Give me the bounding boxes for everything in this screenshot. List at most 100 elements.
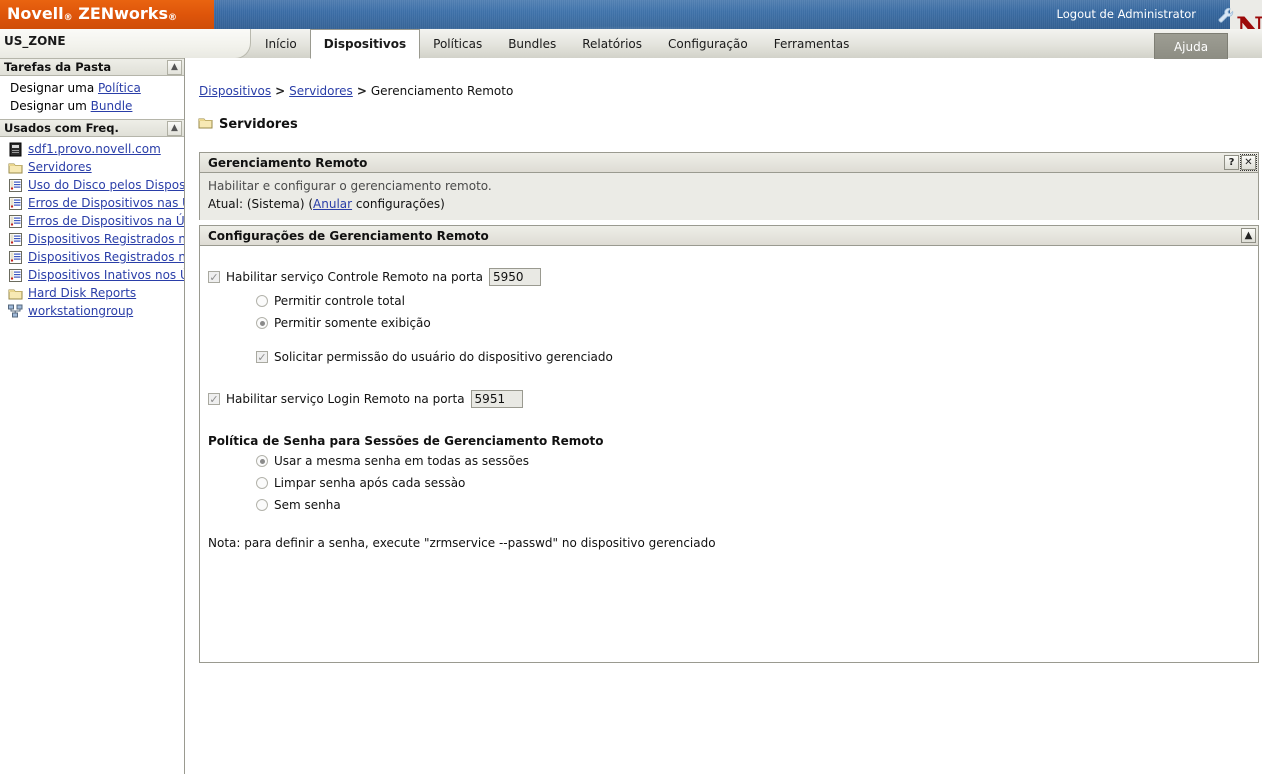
breadcrumb-dispositivos[interactable]: Dispositivos: [199, 84, 271, 98]
folder-icon: [198, 115, 213, 134]
chevron-up-icon[interactable]: ▲: [167, 59, 182, 75]
tab-strip: US_ZONE Início Dispositivos Políticas Bu…: [0, 29, 1262, 59]
option-clear-password[interactable]: Limpar senha após cada sessào: [256, 472, 1258, 494]
sidebar-frequent-body: sdf1.provo.novell.com Servidores Uso do …: [0, 137, 184, 324]
breadcrumb: Dispositivos > Servidores > Gerenciamento Re…: [199, 84, 513, 98]
list-item[interactable]: Servidores: [0, 158, 184, 176]
radio-full-control[interactable]: [256, 295, 268, 307]
tab-inicio[interactable]: Início: [252, 29, 310, 58]
remote-control-label: Habilitar serviço Controle Remoto na por…: [226, 270, 483, 284]
panel-header-buttons: ▲: [1241, 228, 1258, 243]
report-icon: [8, 268, 23, 283]
page-title-text: Servidores: [219, 117, 298, 132]
ask-permission-checkbox[interactable]: ✓: [256, 351, 268, 363]
password-policy-section: Política de Senha para Sessões de Gerenc…: [208, 434, 1258, 516]
remote-management-panel: Gerenciamento Remoto ? ✕ Habilitar e con…: [199, 152, 1259, 220]
list-item[interactable]: Erros de Dispositivos nas Últimas 24 Hor…: [0, 194, 184, 212]
list-item-label[interactable]: Hard Disk Reports: [28, 286, 136, 300]
settings-panel-title: Configurações de Gerenciamento Remoto: [208, 228, 489, 243]
app-banner: Novell® ZENworks® Logout de Administrato…: [0, 0, 1262, 45]
remote-management-panel-body: Habilitar e configurar o gerenciamento r…: [200, 173, 1258, 220]
radio-same-password[interactable]: [256, 455, 268, 467]
brand-registered-mark-2: ®: [167, 13, 177, 23]
sidebar-tasks-body: Designar uma Política Designar um Bundle: [0, 76, 184, 119]
sidebar-tasks-title: Tarefas da Pasta: [4, 60, 112, 74]
task-assign-policy-link[interactable]: Política: [98, 81, 141, 95]
report-icon: [8, 232, 23, 247]
password-note: Nota: para definir a senha, execute "zrm…: [208, 536, 716, 550]
option-no-password-label: Sem senha: [274, 498, 341, 512]
password-policy-options: Usar a mesma senha em todas as sessões L…: [256, 450, 1258, 516]
list-item[interactable]: Dispositivos Registrados nas Últimas 24 …: [0, 230, 184, 248]
report-icon: [8, 214, 23, 229]
list-item-label[interactable]: Uso do Disco pelos Dispositivos: [28, 178, 184, 192]
wrench-icon[interactable]: [1216, 5, 1236, 25]
list-item-label[interactable]: sdf1.provo.novell.com: [28, 142, 161, 156]
password-policy-heading: Política de Senha para Sessões de Gerenc…: [208, 434, 604, 448]
tab-ajuda[interactable]: Ajuda: [1154, 33, 1228, 59]
tab-ferramentas[interactable]: Ferramentas: [761, 29, 863, 58]
list-item-label[interactable]: workstationgroup: [28, 304, 133, 318]
remote-login-enable-row: ✓ Habilitar serviço Login Remoto na port…: [208, 390, 1258, 408]
list-item-label[interactable]: Dispositivos Registrados na Última Seman…: [28, 250, 184, 264]
report-icon: [8, 178, 23, 193]
option-full-control[interactable]: Permitir controle total: [256, 290, 1258, 312]
list-item-label[interactable]: Erros de Dispositivos nas Últimas 24 Hor…: [28, 196, 184, 210]
list-item-label[interactable]: Servidores: [28, 160, 92, 174]
brand-name: Novell: [7, 4, 64, 23]
task-assign-policy: Designar uma Política: [0, 79, 184, 97]
radio-no-password[interactable]: [256, 499, 268, 511]
list-item-label[interactable]: Dispositivos Inativos nos Últimos 30 Dia…: [28, 268, 184, 282]
list-item[interactable]: Erros de Dispositivos na Última Semana: [0, 212, 184, 230]
remote-management-description: Habilitar e configurar o gerenciamento r…: [208, 179, 492, 193]
current-suffix: configurações): [352, 197, 445, 211]
main-content: Dispositivos > Servidores > Gerenciamento Re…: [185, 58, 1262, 774]
list-item[interactable]: Dispositivos Inativos nos Últimos 30 Dia…: [0, 266, 184, 284]
breadcrumb-servidores[interactable]: Servidores: [289, 84, 353, 98]
page-title: Servidores: [198, 115, 298, 134]
list-item[interactable]: workstationgroup: [0, 302, 184, 320]
option-same-password-label: Usar a mesma senha em todas as sessões: [274, 454, 530, 468]
radio-clear-password[interactable]: [256, 477, 268, 489]
remote-control-checkbox[interactable]: ✓: [208, 271, 220, 283]
list-item-label[interactable]: Dispositivos Registrados nas Últimas 24 …: [28, 232, 184, 246]
remote-login-checkbox[interactable]: ✓: [208, 393, 220, 405]
tab-configuracao[interactable]: Configuração: [655, 29, 761, 58]
close-icon[interactable]: ✕: [1240, 154, 1257, 171]
tab-relatorios[interactable]: Relatórios: [569, 29, 655, 58]
list-item[interactable]: Uso do Disco pelos Dispositivos: [0, 176, 184, 194]
folder-icon: [8, 160, 23, 175]
remote-login-label: Habilitar serviço Login Remoto na porta: [226, 392, 465, 406]
tab-dispositivos[interactable]: Dispositivos: [309, 29, 421, 59]
tab-politicas[interactable]: Políticas: [420, 29, 495, 58]
radio-view-only[interactable]: [256, 317, 268, 329]
settings-panel-header: Configurações de Gerenciamento Remoto ▲: [200, 226, 1258, 246]
tab-bundles[interactable]: Bundles: [495, 29, 569, 58]
ask-permission-row: ✓ Solicitar permissão do usuário do disp…: [256, 350, 1258, 364]
workstation-group-icon: [8, 304, 23, 319]
settings-panel-body: ✓ Habilitar serviço Controle Remoto na p…: [200, 246, 1258, 550]
list-item[interactable]: sdf1.provo.novell.com: [0, 140, 184, 158]
option-same-password[interactable]: Usar a mesma senha em todas as sessões: [256, 450, 1258, 472]
remote-login-port-input[interactable]: [470, 390, 523, 408]
option-full-control-label: Permitir controle total: [274, 294, 405, 308]
option-no-password[interactable]: Sem senha: [256, 494, 1258, 516]
remote-control-port-input[interactable]: [488, 268, 541, 286]
task-assign-bundle: Designar um Bundle: [0, 97, 184, 115]
option-view-only[interactable]: Permitir somente exibição: [256, 312, 1258, 334]
option-clear-password-label: Limpar senha após cada sessào: [274, 476, 466, 490]
remote-control-options: Permitir controle total Permitir somente…: [256, 290, 1258, 364]
breadcrumb-current: Gerenciamento Remoto: [370, 84, 514, 98]
chevron-up-icon[interactable]: ▲: [1241, 228, 1256, 243]
chevron-up-icon[interactable]: ▲: [167, 120, 182, 136]
help-icon[interactable]: ?: [1224, 155, 1239, 170]
logout-label[interactable]: Logout de Administrator: [1057, 7, 1196, 21]
override-settings-link[interactable]: Anular: [313, 197, 352, 211]
task-assign-bundle-link[interactable]: Bundle: [91, 99, 133, 113]
list-item-label[interactable]: Erros de Dispositivos na Última Semana: [28, 214, 184, 228]
remote-management-current: Atual: (Sistema) (Anular configurações): [208, 195, 1258, 214]
list-item[interactable]: Dispositivos Registrados na Última Seman…: [0, 248, 184, 266]
panel-header-buttons: ? ✕: [1224, 154, 1258, 171]
list-item[interactable]: Hard Disk Reports: [0, 284, 184, 302]
brand-registered-mark-1: ®: [63, 13, 73, 23]
